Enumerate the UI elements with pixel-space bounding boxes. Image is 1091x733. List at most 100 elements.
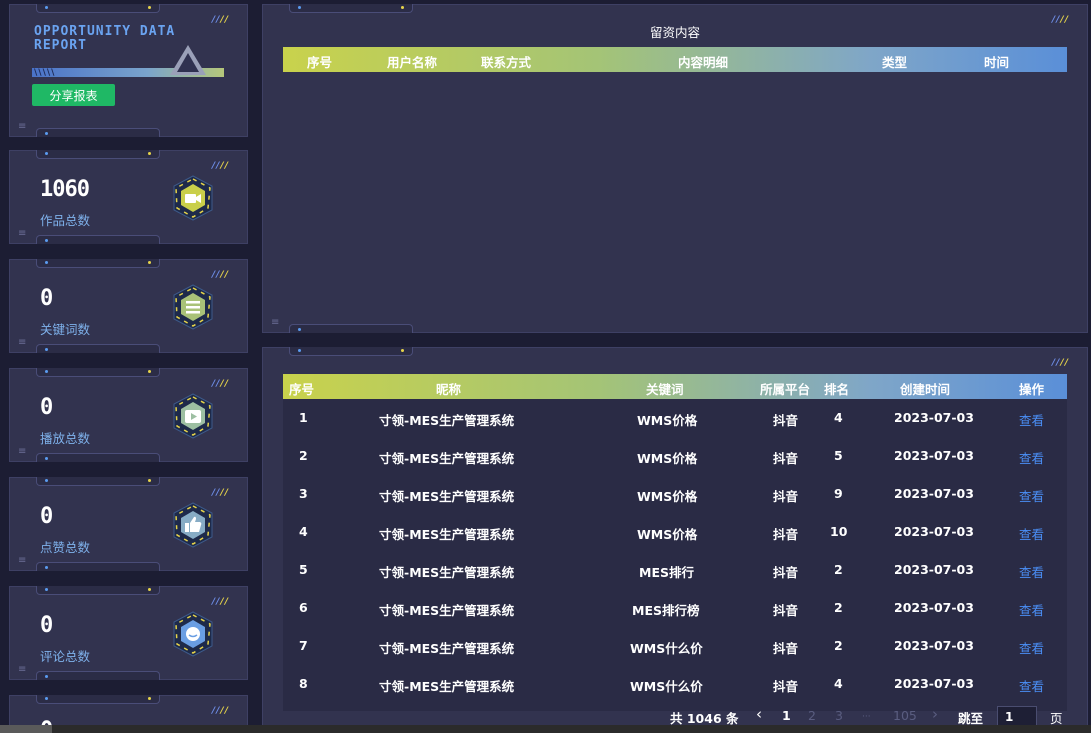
cell-rank: 9 xyxy=(834,486,843,501)
hash-decoration: //// xyxy=(211,488,229,498)
menu-lines-icon: ≡ xyxy=(18,555,27,566)
table-row: 8 寸领-MES生产管理系统 WMS什么价 抖音 4 2023-07-03 查看 xyxy=(283,665,1067,703)
stat-label: 点赞总数 xyxy=(40,540,91,555)
stat-label: 作品总数 xyxy=(40,213,91,228)
hash-decoration: //// xyxy=(211,270,229,280)
share-report-button[interactable]: 分享报表 xyxy=(32,84,115,106)
column-header: 内容明细 xyxy=(678,55,729,70)
view-link[interactable]: 查看 xyxy=(1019,600,1044,619)
stat-label: 播放总数 xyxy=(40,431,91,446)
stat-card-likes: //// 0 点赞总数 ≡ xyxy=(9,477,248,571)
frame-tab-top xyxy=(289,347,413,356)
cell-platform: 抖音 xyxy=(773,603,799,618)
frame-tab-bottom xyxy=(36,344,160,353)
cell-platform: 抖音 xyxy=(773,451,799,466)
cell-keyword: WMS价格 xyxy=(637,451,698,466)
column-header: 联系方式 xyxy=(481,55,532,70)
frame-tab-top xyxy=(36,4,160,13)
view-link[interactable]: 查看 xyxy=(1019,562,1044,581)
cell-index: 6 xyxy=(299,600,308,615)
view-link[interactable]: 查看 xyxy=(1019,448,1044,467)
next-page-button[interactable]: › xyxy=(932,705,938,723)
leads-panel: //// 留资内容 序号 用户名称 联系方式 内容明细 类型 时间 ≡ xyxy=(262,4,1088,333)
hash-decoration: //// xyxy=(211,379,229,389)
cell-keyword: WMS价格 xyxy=(637,489,698,504)
cell-rank: 10 xyxy=(830,524,848,539)
menu-lines-icon: ≡ xyxy=(18,337,27,348)
table-row: 2 寸领-MES生产管理系统 WMS价格 抖音 5 2023-07-03 查看 xyxy=(283,437,1067,475)
cell-nickname: 寸领-MES生产管理系统 xyxy=(379,527,515,542)
page-1-button[interactable]: 1 xyxy=(782,708,791,723)
cell-created: 2023-07-03 xyxy=(894,600,974,615)
table-row: 7 寸领-MES生产管理系统 WMS什么价 抖音 2 2023-07-03 查看 xyxy=(283,627,1067,665)
menu-lines-icon: ≡ xyxy=(18,664,27,675)
cell-platform: 抖音 xyxy=(773,641,799,656)
page-last-button[interactable]: 105 xyxy=(893,708,917,723)
column-header: 昵称 xyxy=(436,382,462,397)
column-header: 用户名称 xyxy=(387,55,438,70)
cell-rank: 4 xyxy=(834,410,843,425)
view-link[interactable]: 查看 xyxy=(1019,524,1044,543)
view-link[interactable]: 查看 xyxy=(1019,638,1044,657)
menu-lines-icon: ≡ xyxy=(18,446,27,457)
report-card: //// OPPORTUNITY DATA REPORT \\\\\ 分享报表 … xyxy=(9,4,248,137)
view-link[interactable]: 查看 xyxy=(1019,676,1044,695)
frame-tab-bottom xyxy=(36,128,160,137)
menu-lines-icon: ≡ xyxy=(18,121,27,132)
frame-tab-top xyxy=(36,150,160,159)
column-header: 排名 xyxy=(824,382,850,397)
table-row: 4 寸领-MES生产管理系统 WMS价格 抖音 10 2023-07-03 查看 xyxy=(283,513,1067,551)
frame-tab-top xyxy=(36,368,160,377)
cell-rank: 5 xyxy=(834,448,843,463)
frame-tab-top xyxy=(36,695,160,704)
cell-keyword: MES排行 xyxy=(639,565,694,580)
cell-platform: 抖音 xyxy=(773,413,799,428)
cell-created: 2023-07-03 xyxy=(894,676,974,691)
column-header: 类型 xyxy=(882,55,908,70)
cell-nickname: 寸领-MES生产管理系统 xyxy=(379,641,515,656)
page-2-button[interactable]: 2 xyxy=(808,708,816,723)
cell-index: 5 xyxy=(299,562,308,577)
stat-value: 0 xyxy=(40,395,53,420)
frame-tab-top xyxy=(36,259,160,268)
cell-nickname: 寸领-MES生产管理系统 xyxy=(379,679,515,694)
cell-index: 4 xyxy=(299,524,308,539)
column-header: 序号 xyxy=(307,55,333,70)
works-table-body: 1 寸领-MES生产管理系统 WMS价格 抖音 4 2023-07-03 查看 … xyxy=(283,399,1067,711)
stat-value: 0 xyxy=(40,613,53,638)
menu-lines-icon: ≡ xyxy=(18,228,27,239)
frame-tab-top xyxy=(36,477,160,486)
cell-platform: 抖音 xyxy=(773,527,799,542)
column-header: 所属平台 xyxy=(760,382,811,397)
page-3-button[interactable]: 3 xyxy=(835,708,843,723)
works-table-header: 序号 昵称 关键词 所属平台 排名 创建时间 操作 xyxy=(283,374,1067,399)
view-link[interactable]: 查看 xyxy=(1019,486,1044,505)
cell-nickname: 寸领-MES生产管理系统 xyxy=(379,451,515,466)
video-camera-icon xyxy=(173,175,213,221)
cell-nickname: 寸领-MES生产管理系统 xyxy=(379,603,515,618)
cell-index: 1 xyxy=(299,410,308,425)
play-icon xyxy=(173,393,213,439)
cell-created: 2023-07-03 xyxy=(894,486,974,501)
prev-page-button[interactable]: ‹ xyxy=(756,705,762,723)
frame-tab-bottom xyxy=(36,671,160,680)
hash-decoration: //// xyxy=(1051,358,1069,368)
cell-nickname: 寸领-MES生产管理系统 xyxy=(379,489,515,504)
view-link[interactable]: 查看 xyxy=(1019,410,1044,429)
stripes-decoration: \\\\\ xyxy=(34,68,56,78)
page-ellipsis-button[interactable]: ··· xyxy=(862,712,871,722)
table-row: 3 寸领-MES生产管理系统 WMS价格 抖音 9 2023-07-03 查看 xyxy=(283,475,1067,513)
frame-tab-bottom xyxy=(36,453,160,462)
thumbs-up-icon xyxy=(173,502,213,548)
cell-nickname: 寸领-MES生产管理系统 xyxy=(379,413,515,428)
stat-value: 0 xyxy=(40,286,53,311)
frame-tab-top xyxy=(289,4,413,13)
cell-rank: 2 xyxy=(834,600,843,615)
works-panel: //// 序号 昵称 关键词 所属平台 排名 创建时间 操作 1 寸领-MES生… xyxy=(262,347,1088,733)
panel-title: 留资内容 xyxy=(649,25,700,40)
cell-created: 2023-07-03 xyxy=(894,448,974,463)
menu-lines-icon: ≡ xyxy=(271,317,280,328)
cell-created: 2023-07-03 xyxy=(894,410,974,425)
cell-rank: 4 xyxy=(834,676,843,691)
cell-index: 8 xyxy=(299,676,308,691)
